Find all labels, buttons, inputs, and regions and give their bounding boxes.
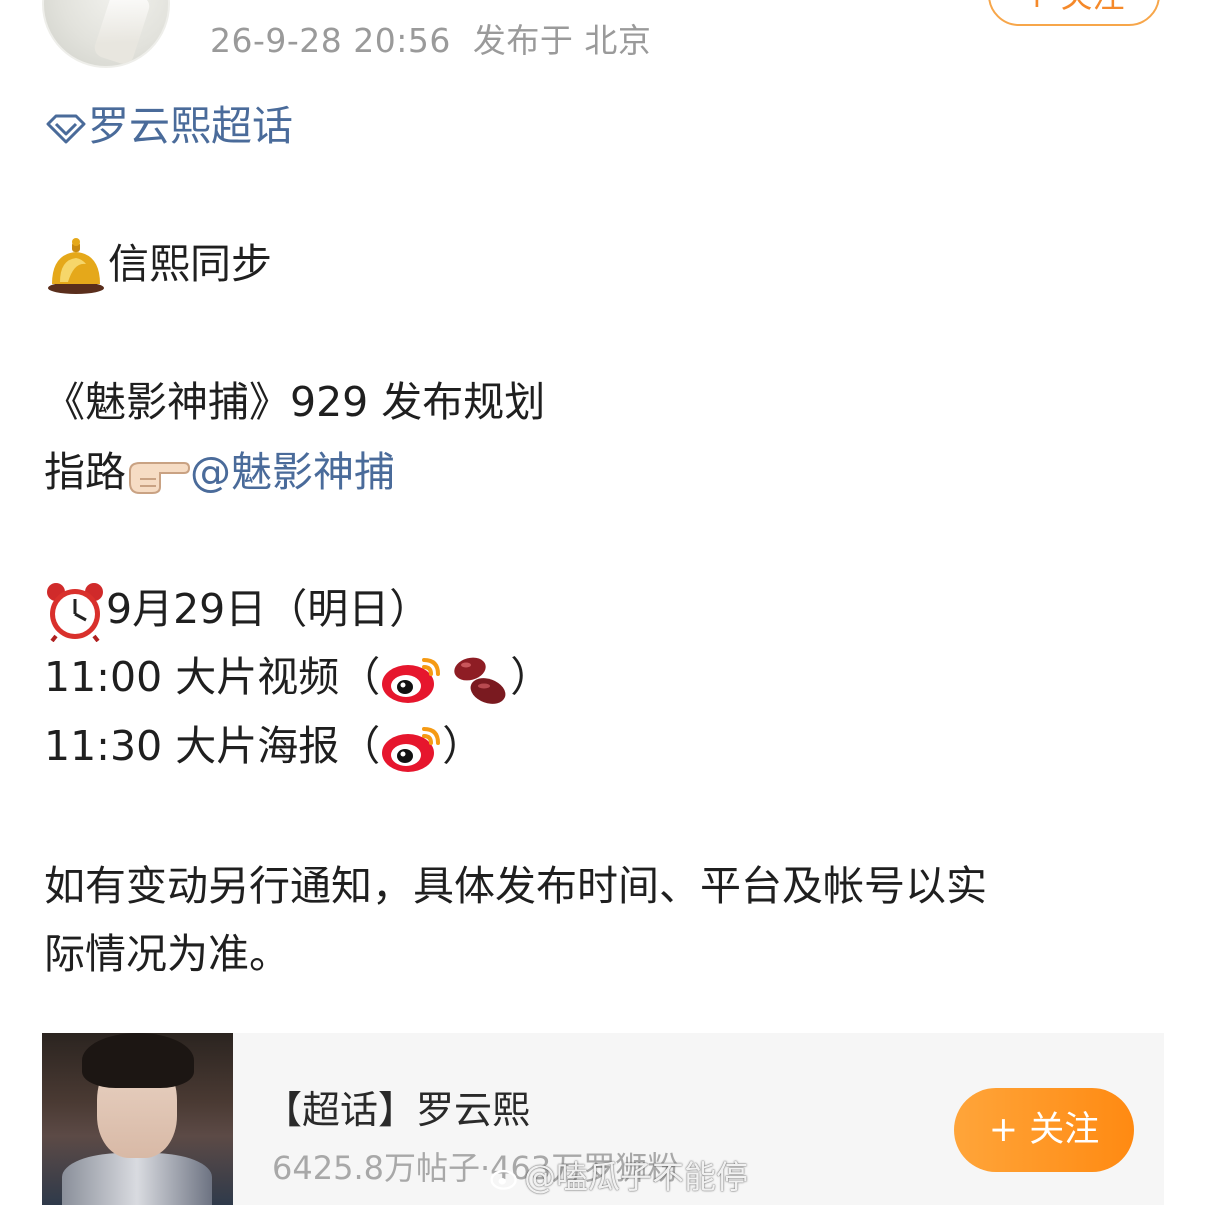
video-text: 11:00 大片视频（ [44,653,381,701]
sync-line: 信熙同步 [44,238,272,296]
supertopic-label: 罗云熙超话 [88,102,293,150]
route-line: 指路 @魅影神捕 [44,446,395,498]
poster-text: 11:30 大片海报（ [44,722,381,770]
weibo-logo-icon [380,723,442,775]
weibo-watermark-icon [490,1160,520,1198]
supertopic-cover-image [42,1033,233,1205]
date-text: 9月29日（明日） [106,585,431,633]
diamond-icon [44,112,88,146]
post-timestamp: 26-9-28 20:56 [210,21,451,60]
poster-close: ） [442,722,484,770]
supertopic-link[interactable]: 罗云熙超话 [44,100,293,152]
pointing-right-emoji-icon [126,453,190,497]
watermark: @嗑瓜子不能停 [490,1152,748,1198]
notice-line-2: 际情况为准。 [44,930,290,978]
notice-line-1: 如有变动另行通知，具体发布时间、平台及帐号以实 [44,862,987,910]
video-close: ） [510,653,552,701]
post-meta: 26-9-28 20:56 发布于 北京 [210,14,651,62]
route-prefix: 指路 [44,448,126,496]
avatar[interactable] [42,0,170,68]
mention-link[interactable]: @魅影神捕 [190,448,395,496]
weibo-logo-icon [380,654,442,706]
bell-emoji-icon [44,238,108,296]
supertopic-follow-button[interactable]: + 关注 [954,1088,1134,1172]
follow-button-top[interactable]: + 关注 [988,0,1160,26]
sync-text: 信熙同步 [108,240,272,288]
watermark-text: @嗑瓜子不能停 [524,1158,749,1196]
poster-line: 11:30 大片海报（ ） [44,720,483,775]
supertopic-card-title: 【超话】罗云熙 [264,1088,531,1132]
video-line: 11:00 大片视频（ ） [44,651,551,709]
date-line: 9月29日（明日） [44,582,430,642]
red-bean-emoji-icon [448,651,510,709]
post-location: 发布于 北京 [472,21,652,60]
alarm-clock-emoji-icon [44,582,106,642]
weibo-post-page: 26-9-28 20:56 发布于 北京 + 关注 罗云熙超话 信熙同步 《魅影神… [0,0,1206,1205]
plan-line: 《魅影神捕》929 发布规划 [44,378,546,426]
